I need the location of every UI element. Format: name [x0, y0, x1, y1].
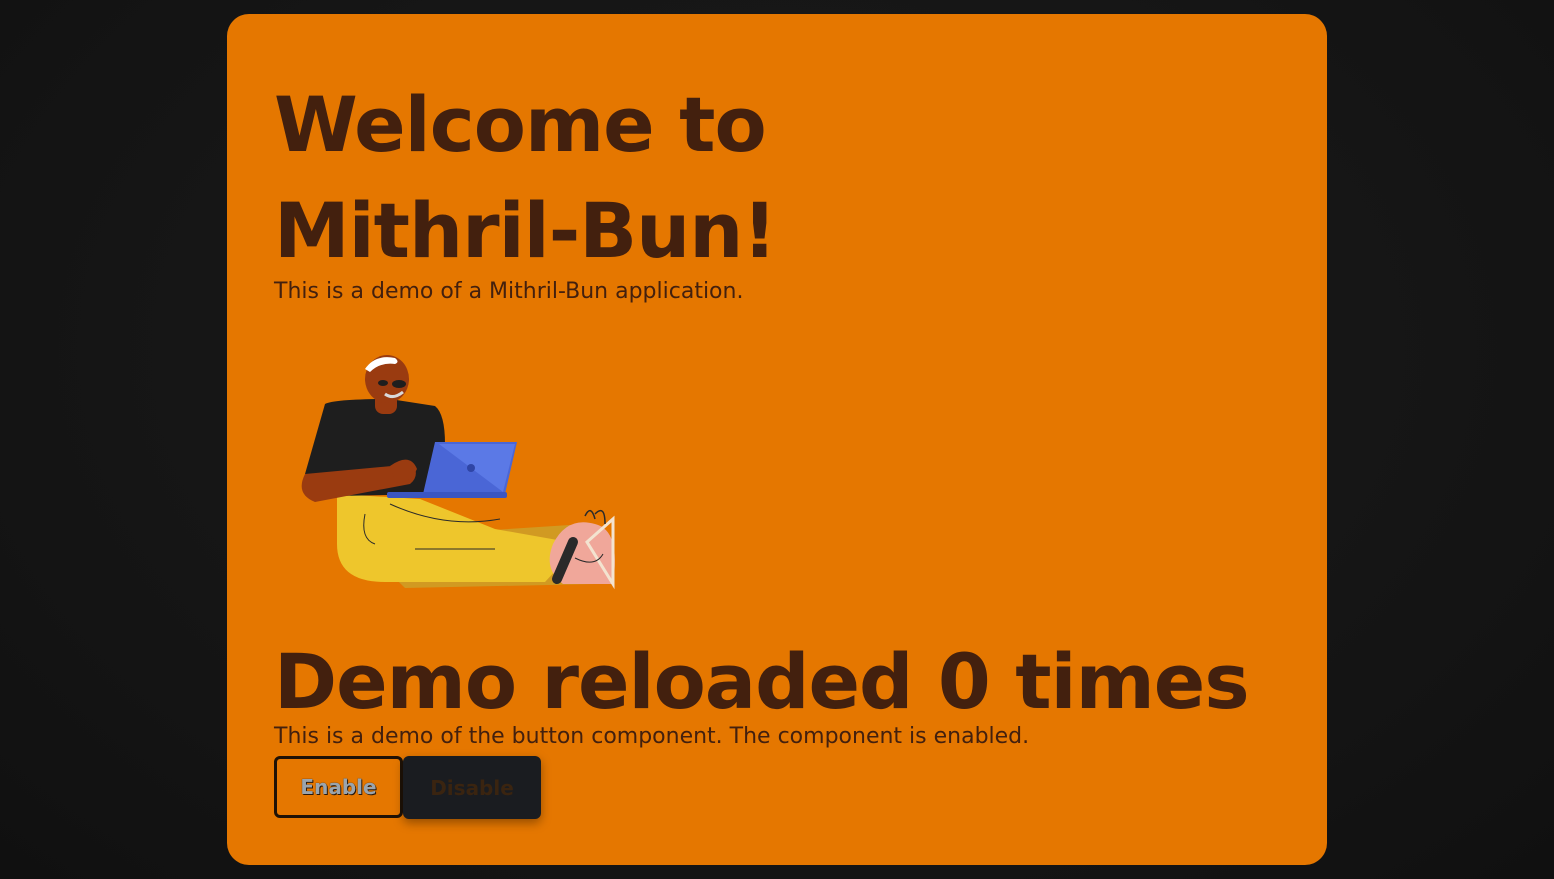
button-demo-description: This is a demo of the button component. …: [274, 724, 1030, 749]
enable-button[interactable]: Enable: [274, 756, 403, 818]
person-with-laptop-illustration: [301, 355, 615, 590]
disable-button[interactable]: Disable: [403, 756, 541, 819]
page-title: Welcome to Mithril-Bun!: [274, 80, 777, 275]
main-card: Welcome to Mithril-Bun! This is a demo o…: [227, 14, 1327, 865]
page-background: Welcome to Mithril-Bun! This is a demo o…: [0, 0, 1554, 879]
intro-text: This is a demo of a Mithril-Bun applicat…: [274, 279, 744, 304]
